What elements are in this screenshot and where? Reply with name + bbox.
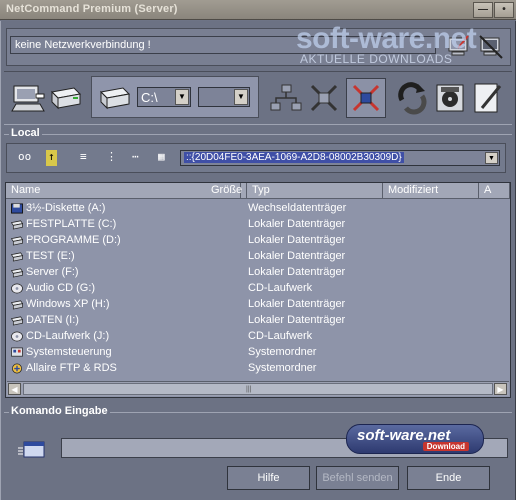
harddisk-icon (10, 236, 24, 246)
item-type: Lokaler Datenträger (248, 298, 346, 310)
recycle-icon[interactable] (394, 80, 430, 116)
details-view-icon[interactable]: ▦ (158, 150, 165, 166)
harddisk-icon (10, 316, 24, 326)
monitor-cross-icon[interactable] (478, 34, 504, 60)
local-group-label: Local (9, 127, 42, 139)
list-item[interactable]: TEST (E:) Lokaler Datenträger (6, 249, 510, 265)
item-name: Server (F:) (26, 266, 79, 278)
command-group-label: Komando Eingabe (9, 405, 110, 417)
folder-up-icon[interactable]: ↑ (46, 150, 57, 166)
chevron-down-icon[interactable]: ▼ (234, 89, 248, 105)
column-modified[interactable]: Modifiziert (383, 183, 479, 199)
list-view-icon[interactable]: ⋯ (132, 150, 139, 166)
connection-status-field: keine Netzwerkverbindung ! (10, 36, 436, 54)
chevron-down-icon[interactable]: ▼ (175, 89, 189, 105)
item-type: CD-Laufwerk (248, 282, 313, 294)
list-item[interactable]: Allaire FTP & RDS Systemordner (6, 361, 510, 377)
badge-sub: Download (422, 442, 469, 451)
secondary-combo[interactable]: ▼ (198, 87, 250, 107)
save-icon[interactable] (432, 80, 468, 116)
drive-combo[interactable]: C:\ ▼ (137, 87, 191, 107)
path-value: ::{20D04FE0-3AEA-1069-A2D8-08002B30309D} (184, 152, 404, 163)
item-name: PROGRAMME (D:) (26, 234, 121, 246)
network-icon[interactable] (268, 80, 304, 116)
item-type: Lokaler Datenträger (248, 266, 346, 278)
item-name: Allaire FTP & RDS (26, 362, 117, 374)
list-item[interactable]: FESTPLATTE (C:) Lokaler Datenträger (6, 217, 510, 233)
item-type: Lokaler Datenträger (248, 218, 346, 230)
list-item[interactable]: CD-Laufwerk (J:) CD-Laufwerk (6, 329, 510, 345)
horizontal-scrollbar[interactable]: ◀ ||| ▶ (7, 381, 509, 396)
list-item[interactable]: Server (F:) Lokaler Datenträger (6, 265, 510, 281)
binoculars-icon[interactable]: oo (18, 150, 31, 166)
item-type: Lokaler Datenträger (248, 314, 346, 326)
send-command-button[interactable]: Befehl senden (316, 466, 399, 490)
column-size[interactable]: Größe (206, 183, 247, 199)
list-item[interactable]: Systemsteuerung Systemordner (6, 345, 510, 361)
column-attributes[interactable]: A (479, 183, 510, 199)
minimize-button[interactable]: — (473, 2, 493, 18)
item-type: Systemordner (248, 362, 317, 374)
item-type: Lokaler Datenträger (248, 250, 346, 262)
cd-icon (11, 283, 23, 294)
harddisk-icon (10, 300, 24, 310)
list-item[interactable]: PROGRAMME (D:) Lokaler Datenträger (6, 233, 510, 249)
close-button[interactable]: • (494, 2, 514, 18)
item-type: Lokaler Datenträger (248, 234, 346, 246)
item-name: Systemsteuerung (26, 346, 112, 358)
end-button[interactable]: Ende (407, 466, 490, 490)
cd-icon (11, 331, 23, 342)
monitor-pen-icon[interactable] (446, 34, 472, 60)
disconnect-active-icon[interactable] (348, 80, 384, 116)
window-title: NetCommand Premium (Server) (6, 3, 178, 15)
path-combo[interactable]: ::{20D04FE0-3AEA-1069-A2D8-08002B30309D}… (180, 150, 500, 166)
scroll-thumb[interactable]: ||| (23, 383, 493, 395)
item-name: TEST (E:) (26, 250, 75, 262)
command-prompt-icon (18, 441, 45, 458)
scroll-right-button[interactable]: ▶ (494, 383, 507, 395)
list-item[interactable]: DATEN (I:) Lokaler Datenträger (6, 313, 510, 329)
scroll-left-button[interactable]: ◀ (8, 383, 21, 395)
item-name: Windows XP (H:) (26, 298, 110, 310)
harddisk-icon (10, 268, 24, 278)
download-badge: soft-ware.net Download (346, 424, 484, 454)
large-icons-view-icon[interactable]: ≡ (80, 150, 87, 166)
list-item[interactable]: Audio CD (G:) CD-Laufwerk (6, 281, 510, 297)
item-type: Systemordner (248, 346, 317, 358)
local-group-line (4, 134, 512, 135)
help-button[interactable]: Hilfe (227, 466, 310, 490)
column-type[interactable]: Typ (247, 183, 383, 199)
item-name: Audio CD (G:) (26, 282, 96, 294)
item-type: CD-Laufwerk (248, 330, 313, 342)
network-drive-icon[interactable] (48, 80, 84, 116)
item-name: CD-Laufwerk (J:) (26, 330, 110, 342)
computer-icon[interactable] (10, 80, 46, 116)
harddisk-icon (10, 252, 24, 262)
drive-icon[interactable] (97, 80, 133, 116)
control-panel-icon (11, 347, 23, 357)
list-item[interactable]: Windows XP (H:) Lokaler Datenträger (6, 297, 510, 313)
item-name: FESTPLATTE (C:) (26, 218, 117, 230)
item-type: Wechseldatenträger (248, 202, 347, 214)
item-name: 3½-Diskette (A:) (26, 202, 106, 214)
drive-combo-value: C:\ (141, 90, 158, 105)
ftp-icon (12, 363, 22, 374)
small-icons-view-icon[interactable]: ⋮ (106, 150, 117, 166)
list-item[interactable]: 3½-Diskette (A:) Wechseldatenträger (6, 201, 510, 217)
title-bar[interactable]: NetCommand Premium (Server) — • (0, 0, 516, 20)
harddisk-icon (10, 220, 24, 230)
chevron-down-icon[interactable]: ▼ (485, 152, 498, 164)
disconnect-icon[interactable] (306, 80, 342, 116)
file-list[interactable]: Name Größe Typ Modifiziert A 3½-Diskette… (5, 182, 511, 398)
edit-icon[interactable] (470, 80, 506, 116)
floppy-icon (11, 203, 23, 214)
item-name: DATEN (I:) (26, 314, 79, 326)
